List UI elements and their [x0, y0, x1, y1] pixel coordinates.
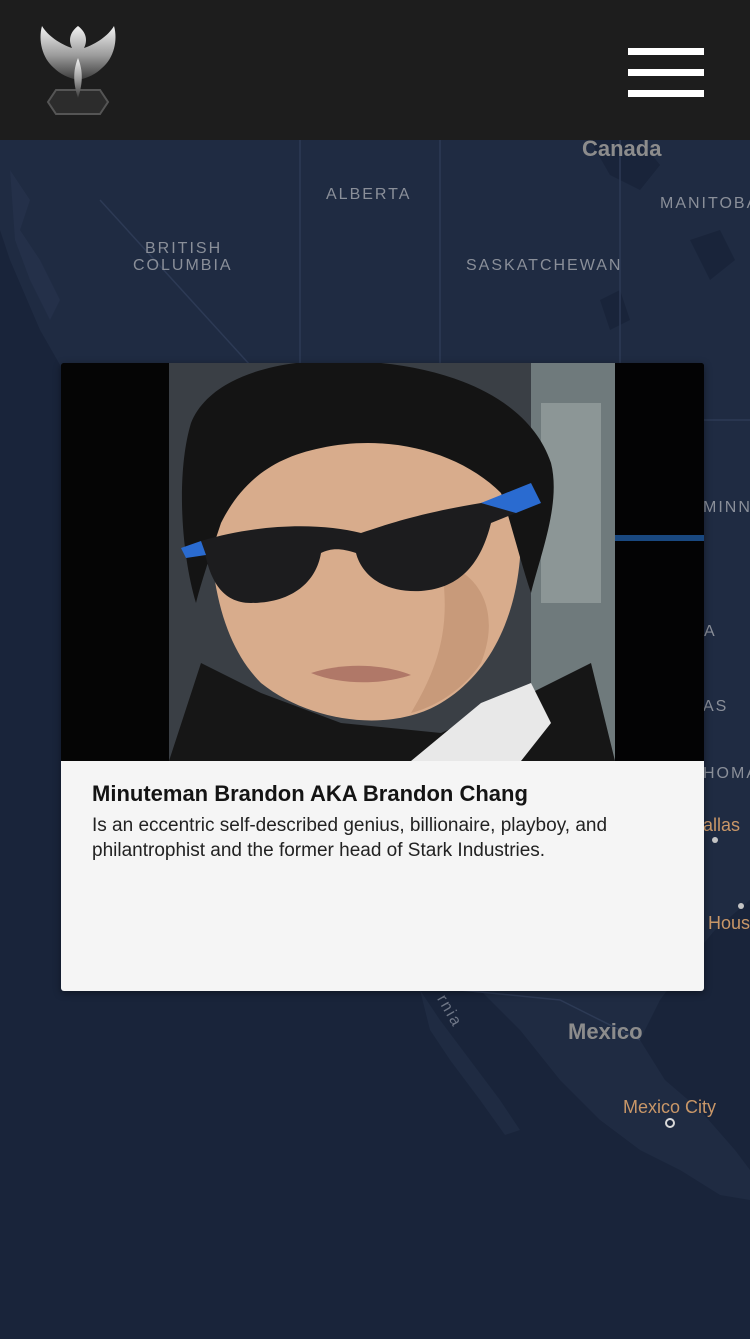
map-label-british: BRITISH [145, 240, 223, 257]
map-label-minnesota: MINN [703, 499, 750, 516]
app-header [0, 0, 750, 140]
profile-card-body: Minuteman Brandon AKA Brandon Chang Is a… [61, 761, 704, 991]
profile-description: Is an eccentric self-described genius, b… [92, 815, 608, 861]
hamburger-menu-icon[interactable] [626, 48, 706, 100]
houston-marker [738, 903, 744, 909]
map-label-houston: Hous [708, 913, 750, 933]
map-label-as: AS [703, 698, 729, 715]
dallas-marker [712, 837, 718, 843]
profile-photo [61, 363, 704, 761]
map-label-alberta: ALBERTA [326, 186, 412, 203]
map-label-manitoba: MANITOBA [660, 195, 750, 212]
map-label-oklahoma: HOMA [703, 765, 750, 782]
map-label-mexico: Mexico [568, 1019, 643, 1044]
menu-line-bottom [628, 90, 704, 97]
map-label-saskatchewan: SASKATCHEWAN [466, 257, 623, 274]
profile-name: Minuteman Brandon AKA Brandon Chang [92, 781, 528, 806]
phoenix-logo-icon[interactable] [30, 18, 126, 118]
menu-line-top [628, 48, 704, 55]
profile-card[interactable]: Minuteman Brandon AKA Brandon Chang Is a… [61, 363, 704, 991]
map-label-a: A [704, 623, 717, 640]
map-label-dallas: allas [703, 815, 741, 835]
menu-line-middle [628, 69, 704, 76]
mexico-city-marker [665, 1118, 675, 1128]
map-label-columbia: COLUMBIA [133, 257, 233, 274]
map-label-mexico-city: Mexico City [623, 1097, 717, 1117]
